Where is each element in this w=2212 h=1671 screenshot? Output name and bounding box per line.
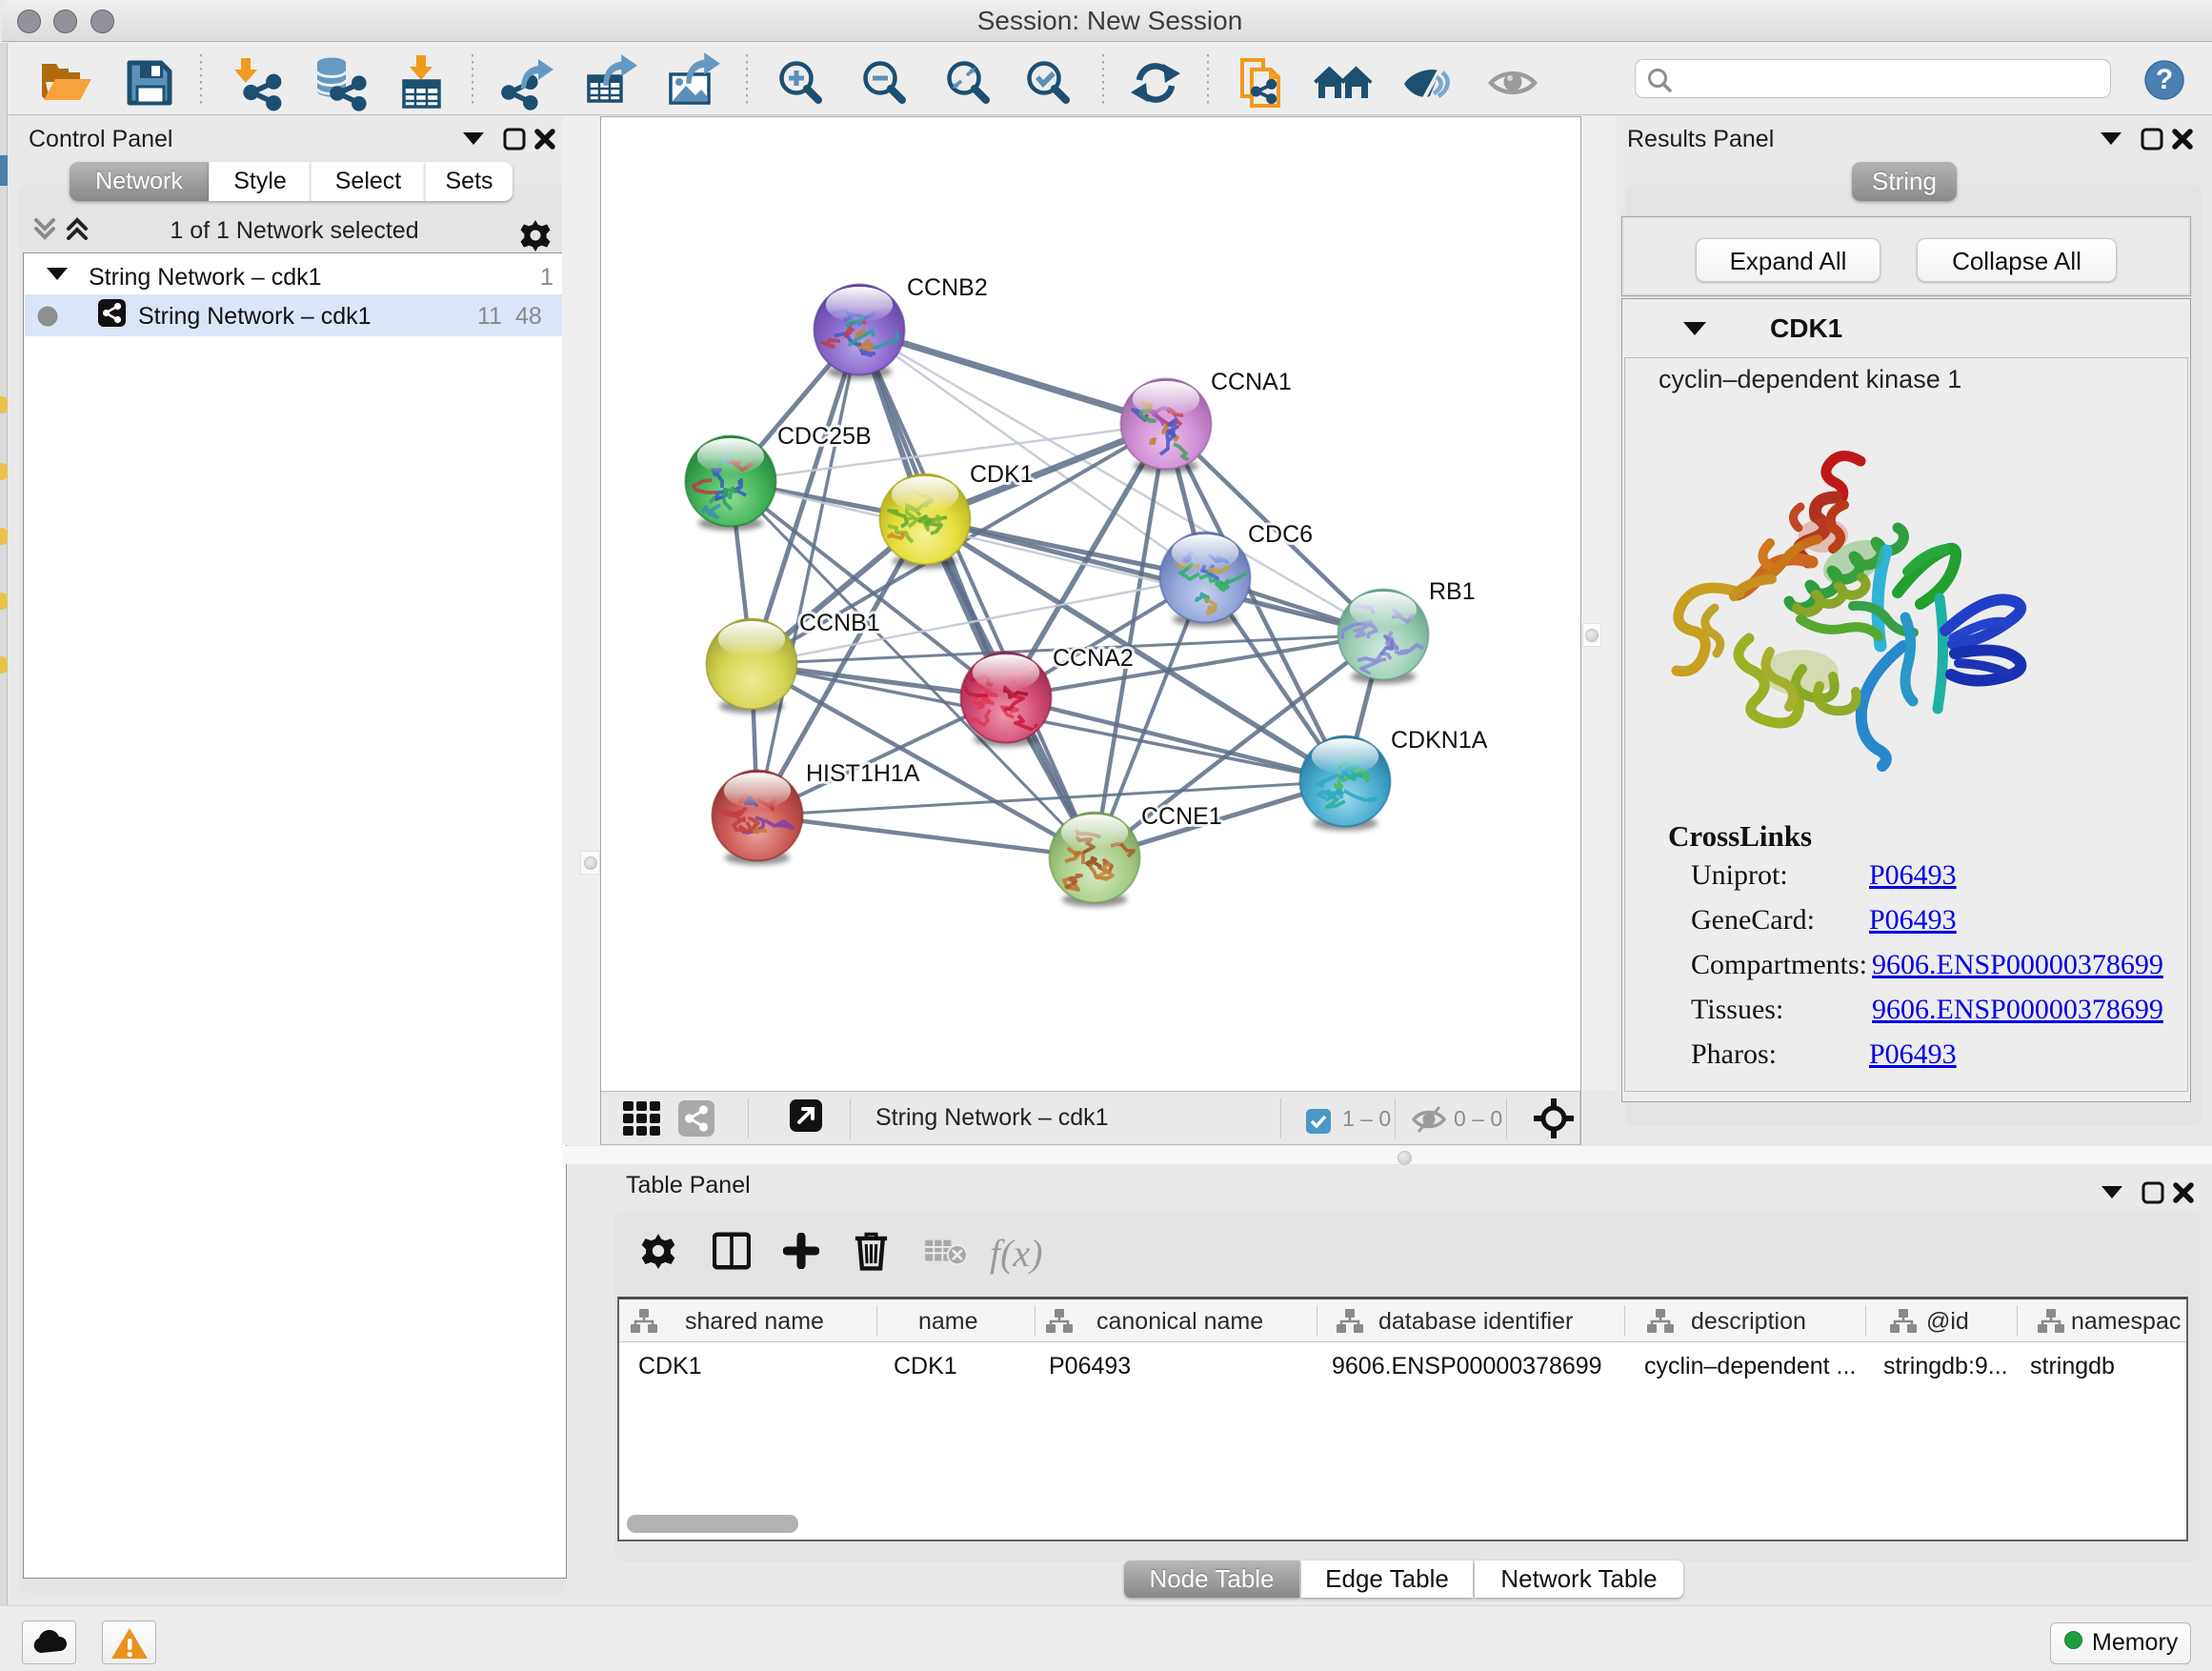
svg-text:CCNB2: CCNB2 — [907, 274, 988, 301]
svg-text:CCNB1: CCNB1 — [799, 610, 880, 636]
svg-text:CCNA2: CCNA2 — [1053, 645, 1134, 672]
svg-text:HIST1H1A: HIST1H1A — [806, 760, 920, 787]
svg-text:RB1: RB1 — [1429, 578, 1476, 605]
svg-text:CCNA1: CCNA1 — [1211, 369, 1292, 395]
svg-text:CDC25B: CDC25B — [777, 423, 872, 450]
svg-text:CCNE1: CCNE1 — [1141, 803, 1222, 830]
svg-text:?: ? — [2156, 64, 2173, 95]
svg-text:CDKN1A: CDKN1A — [1391, 727, 1488, 754]
svg-text:CDK1: CDK1 — [970, 461, 1034, 488]
svg-text:CDC6: CDC6 — [1248, 521, 1313, 548]
